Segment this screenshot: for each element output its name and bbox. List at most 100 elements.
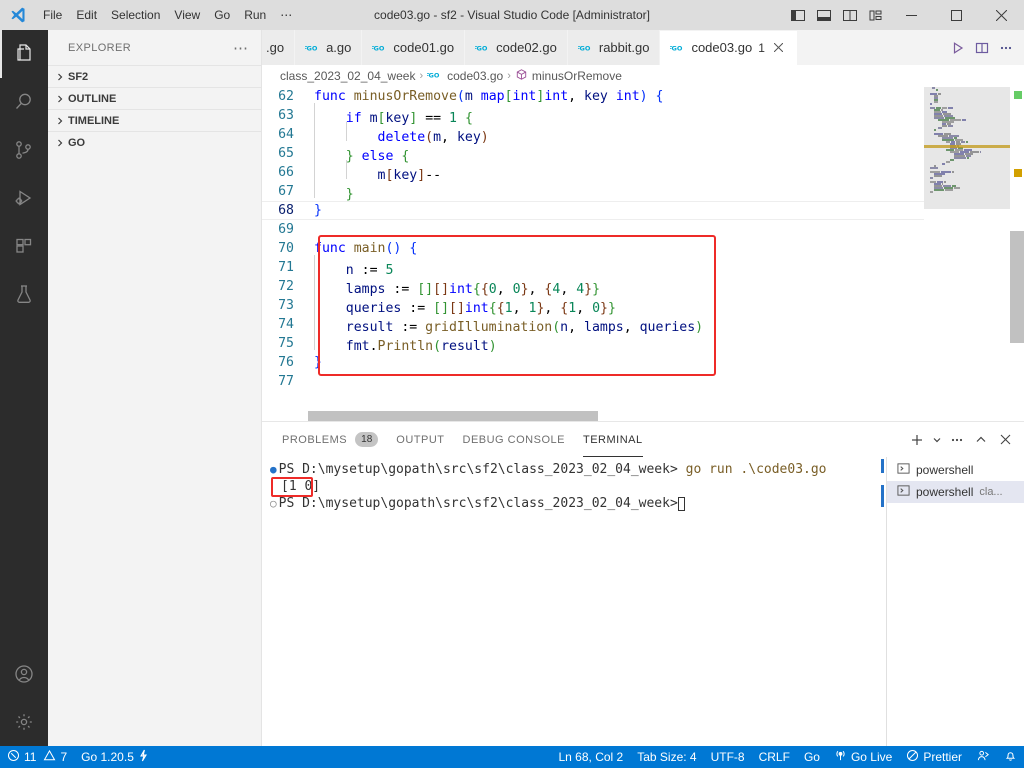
menu-selection[interactable]: Selection <box>104 0 167 30</box>
status-prettier[interactable]: Prettier <box>899 746 969 768</box>
terminal-tab-powershell[interactable]: powershell <box>887 459 1024 481</box>
line-text: } <box>314 355 322 370</box>
code-editor[interactable]: 62 func minusOrRemove(m map[int]int, key … <box>262 87 1024 421</box>
menu-run[interactable]: Run <box>237 0 273 30</box>
panel-tab-debug-console[interactable]: DEBUG CONSOLE <box>463 422 565 457</box>
overview-mark-modified <box>1014 169 1022 177</box>
panel-tab-problems[interactable]: PROBLEMS 18 <box>282 422 379 457</box>
activity-search[interactable] <box>0 78 48 126</box>
svg-text:GO: GO <box>672 44 683 52</box>
chevron-down-icon[interactable] <box>930 429 944 451</box>
tab-code03-go[interactable]: GO code03.go 1 <box>660 30 798 65</box>
breadcrumb-file[interactable]: GO code03.go <box>427 69 503 83</box>
status-go-live[interactable]: Go Live <box>827 746 899 768</box>
terminal-tab-powershell-cla[interactable]: powershell cla... <box>887 481 1024 503</box>
window-minimize-button[interactable] <box>889 0 934 30</box>
breadcrumb-symbol[interactable]: minusOrRemove <box>515 68 622 84</box>
close-panel-icon[interactable] <box>994 429 1016 451</box>
menu-go[interactable]: Go <box>207 0 237 30</box>
editor-minimap[interactable] <box>924 87 1010 421</box>
close-icon[interactable] <box>771 40 787 56</box>
code-line[interactable]: 67} <box>262 179 924 202</box>
status-tab-size[interactable]: Tab Size: 4 <box>630 746 703 768</box>
activity-accounts[interactable] <box>0 650 48 698</box>
scrollbar-thumb[interactable] <box>1010 231 1024 343</box>
activity-explorer[interactable] <box>0 30 48 78</box>
activity-testing[interactable] <box>0 270 48 318</box>
panel-tab-label: DEBUG CONSOLE <box>462 433 565 446</box>
terminal-icon <box>897 484 910 500</box>
editor-horizontal-scrollbar[interactable] <box>262 411 924 421</box>
menu-more[interactable]: ⋯ <box>273 0 299 30</box>
command-status-icon: ● <box>270 463 277 476</box>
menu-edit[interactable]: Edit <box>69 0 104 30</box>
new-terminal-icon[interactable] <box>906 429 928 451</box>
code-lines-container[interactable]: 62 func minusOrRemove(m map[int]int, key … <box>262 87 924 421</box>
scrollbar-thumb[interactable] <box>308 411 598 421</box>
menu-bar: File Edit Selection View Go Run ⋯ <box>36 0 299 30</box>
terminal-output[interactable]: ● PS D:\mysetup\gopath\src\sf2\class_202… <box>262 457 886 746</box>
terminal-scrollbar[interactable] <box>881 485 884 507</box>
views-and-more-actions-icon[interactable] <box>946 429 968 451</box>
tab-a-go[interactable]: GO a.go <box>295 30 363 65</box>
error-icon <box>7 749 20 765</box>
code-line[interactable]: 69 <box>262 220 924 239</box>
svg-text:GO: GO <box>429 72 440 80</box>
status-feedback[interactable] <box>969 746 997 768</box>
symbol-method-icon <box>515 68 528 84</box>
status-problems[interactable]: 11 7 <box>0 746 74 768</box>
tab-label: code03.go <box>691 40 753 55</box>
line-number: 72 <box>278 279 294 294</box>
panel-tab-terminal[interactable]: TERMINAL <box>582 422 643 457</box>
status-notifications[interactable] <box>997 746 1024 768</box>
toggle-panel-icon[interactable] <box>811 0 837 30</box>
tab-code02-go[interactable]: GO code02.go <box>465 30 568 65</box>
sidebar-item-timeline[interactable]: TIMELINE <box>48 109 261 131</box>
go-file-icon: GO <box>475 43 491 53</box>
maximize-panel-icon[interactable] <box>970 429 992 451</box>
sidebar-item-outline[interactable]: OUTLINE <box>48 87 261 109</box>
sidebar-item-sf2[interactable]: SF2 <box>48 65 261 87</box>
warning-icon <box>43 749 56 765</box>
more-actions-icon[interactable] <box>994 34 1018 62</box>
minimap-slider[interactable] <box>924 87 1010 209</box>
code-content[interactable]: 62 func minusOrRemove(m map[int]int, key … <box>262 87 924 391</box>
toggle-secondary-sidebar-icon[interactable] <box>837 0 863 30</box>
split-editor-right-icon[interactable] <box>970 34 994 62</box>
sidebar-item-go[interactable]: GO <box>48 131 261 153</box>
menu-file[interactable]: File <box>36 0 69 30</box>
window-close-button[interactable] <box>979 0 1024 30</box>
eol-label: CRLF <box>758 750 790 764</box>
code-line[interactable]: 75 fmt.Println(result) <box>262 331 924 354</box>
line-number: 75 <box>278 336 294 351</box>
status-go-version[interactable]: Go 1.20.5 <box>74 746 156 768</box>
code-line[interactable]: 76} <box>262 353 924 372</box>
activity-manage-settings[interactable] <box>0 698 48 746</box>
go-file-icon: GO <box>427 69 443 83</box>
code-line[interactable]: 77 <box>262 372 924 391</box>
customize-layout-icon[interactable] <box>863 0 889 30</box>
breadcrumb-folder[interactable]: class_2023_02_04_week <box>280 69 415 83</box>
terminal-scrollbar[interactable] <box>881 459 884 473</box>
terminal-line: ● PS D:\mysetup\gopath\src\sf2\class_202… <box>270 461 886 478</box>
status-language-mode[interactable]: Go <box>797 746 827 768</box>
activity-run-and-debug[interactable] <box>0 174 48 222</box>
run-go-file-icon[interactable] <box>946 34 970 62</box>
bolt-icon <box>138 749 149 765</box>
menu-view[interactable]: View <box>167 0 207 30</box>
status-eol[interactable]: CRLF <box>752 746 797 768</box>
sidebar-more-actions-icon[interactable]: ⋯ <box>233 39 253 57</box>
editor-vertical-scrollbar[interactable] <box>1010 87 1024 421</box>
activity-source-control[interactable] <box>0 126 48 174</box>
activity-extensions[interactable] <box>0 222 48 270</box>
toggle-primary-sidebar-icon[interactable] <box>785 0 811 30</box>
status-cursor-position[interactable]: Ln 68, Col 2 <box>552 746 631 768</box>
tab-rabbit-go[interactable]: GO rabbit.go <box>567 30 661 65</box>
window-maximize-button[interactable] <box>934 0 979 30</box>
tab-code01-go[interactable]: GO code01.go <box>362 30 466 65</box>
status-encoding[interactable]: UTF-8 <box>704 746 752 768</box>
line-number: 71 <box>278 260 294 275</box>
tab-partial-go[interactable]: .go <box>262 30 296 65</box>
line-number: 62 <box>278 89 294 104</box>
panel-tab-output[interactable]: OUTPUT <box>396 422 444 457</box>
